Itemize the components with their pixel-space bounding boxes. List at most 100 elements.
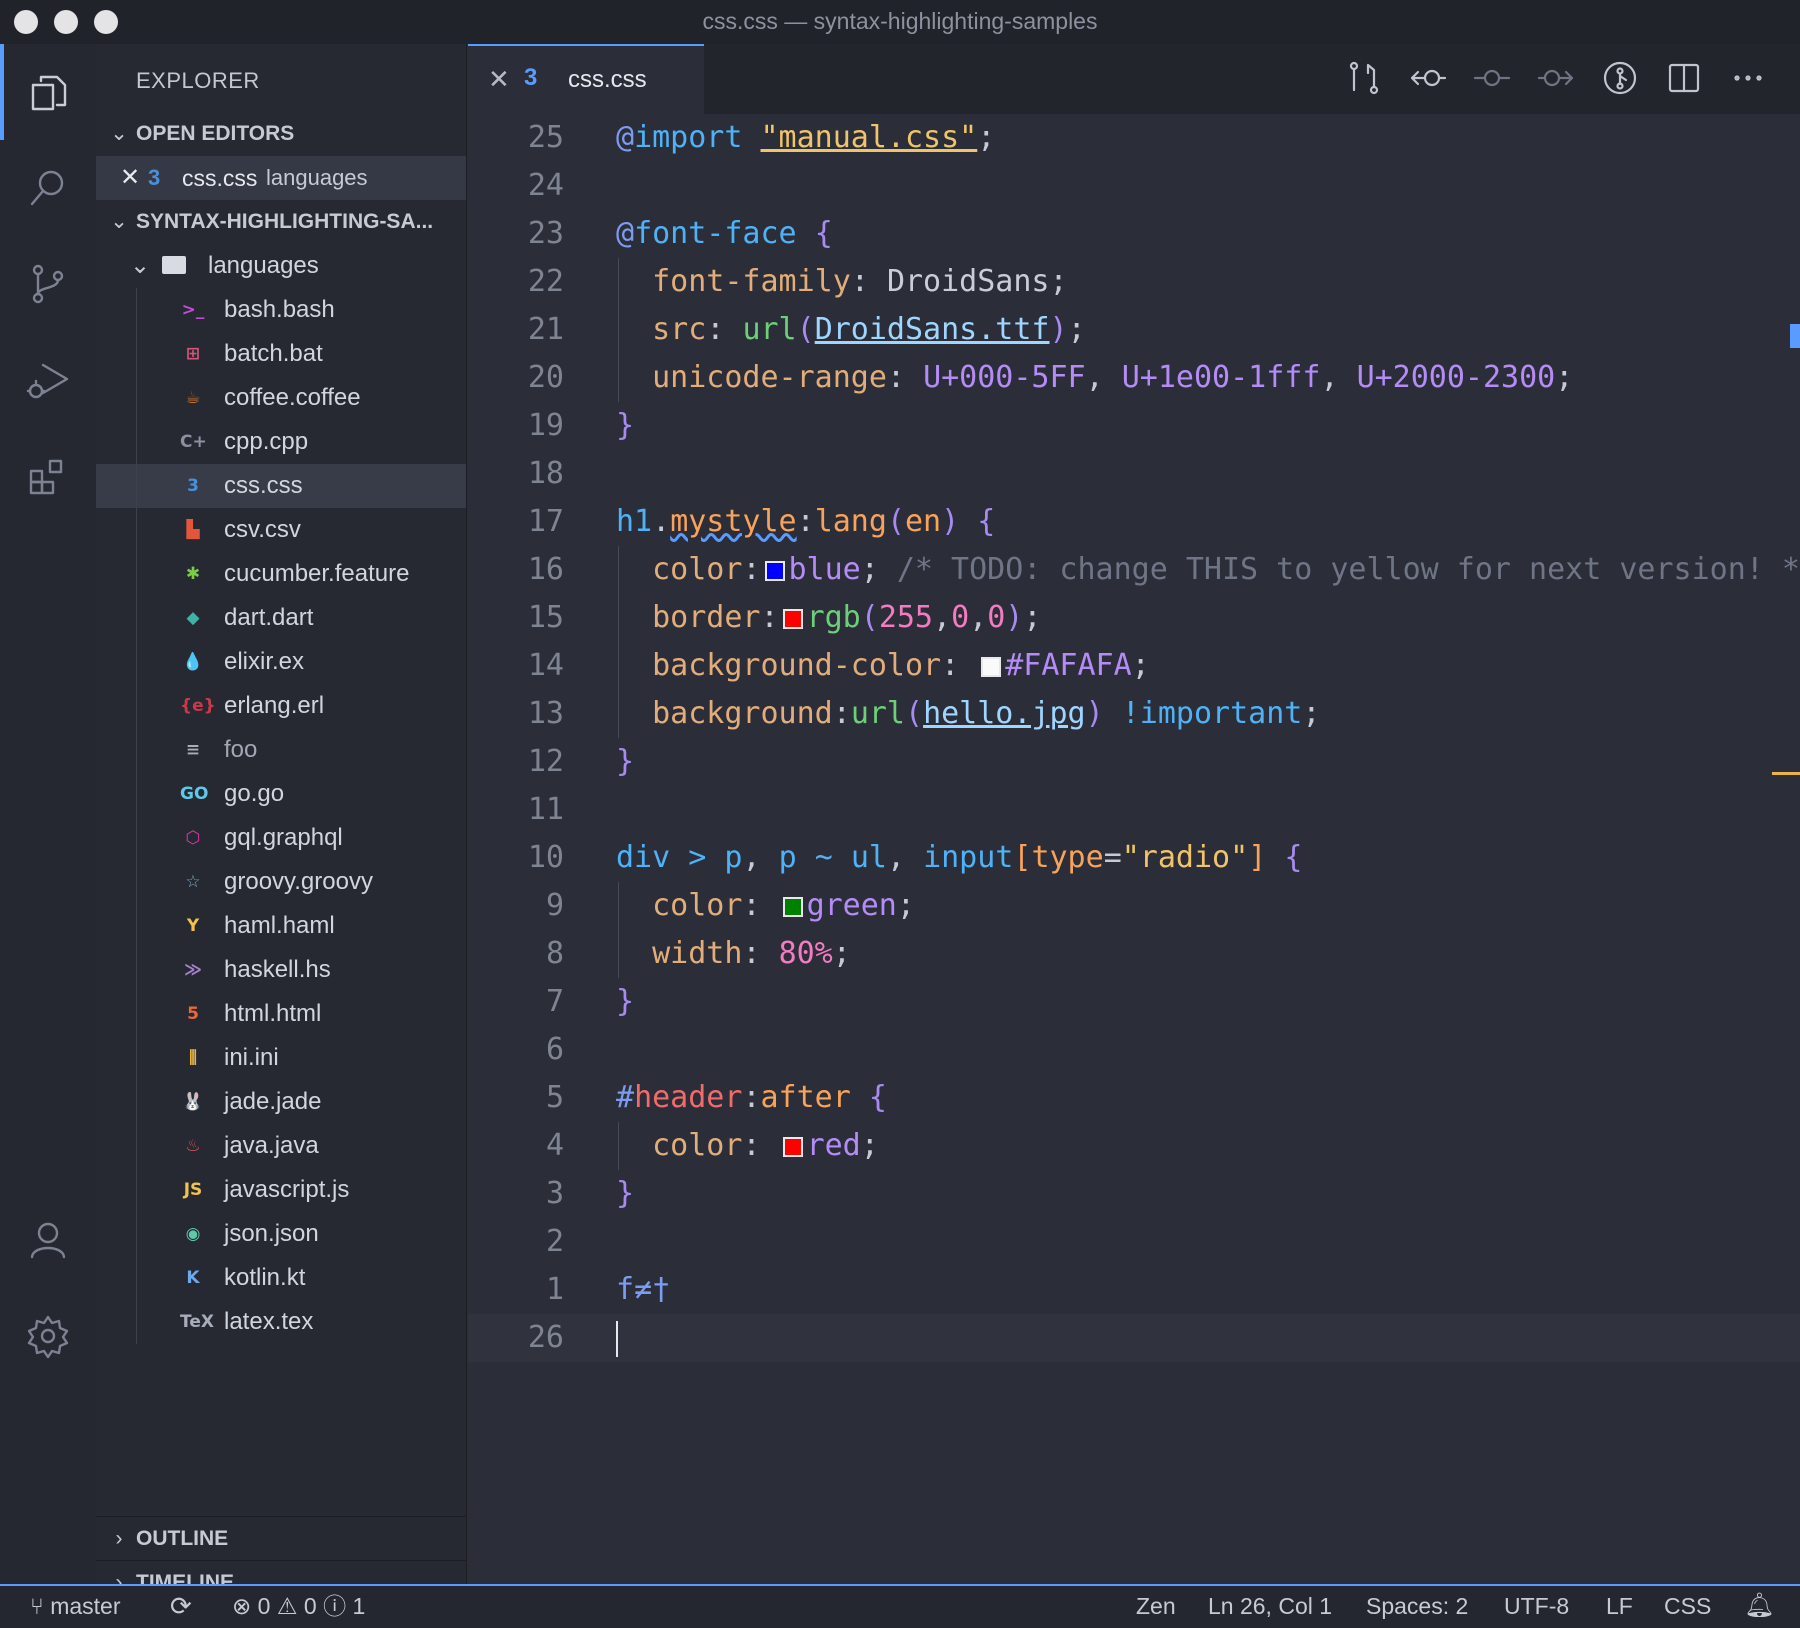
file-item[interactable]: ⫼ ini.ini	[96, 1036, 466, 1080]
line-number: 6	[545, 1032, 564, 1067]
open-changes-icon[interactable]	[1344, 58, 1384, 98]
css-file-icon: 3	[524, 64, 538, 91]
code-text: }	[616, 984, 635, 1019]
line-number: 14	[527, 648, 564, 683]
file-item[interactable]: >_ bash.bash	[96, 288, 466, 332]
file-item[interactable]: 3 css.css	[96, 464, 466, 508]
file-item[interactable]: Kkotlin.kt	[96, 1256, 466, 1300]
file-item[interactable]: {e} erlang.erl	[96, 684, 466, 728]
tab-label: css.css	[568, 66, 647, 93]
line-number: 5	[545, 1080, 564, 1115]
code-text: color: blue; /* TODO: change THIS to yell…	[652, 552, 1800, 587]
zen-mode-indicator[interactable]: Zen	[1136, 1586, 1176, 1626]
close-icon[interactable]: ✕	[120, 156, 140, 200]
code-text: }	[616, 408, 635, 443]
git-history-icon[interactable]	[1600, 58, 1640, 98]
line-number: 25	[527, 120, 564, 155]
line-number: 4	[545, 1128, 564, 1163]
line-number: 8	[545, 936, 564, 971]
line-number: 16	[527, 552, 564, 587]
notifications-bell-icon[interactable]: 🔔︎	[1744, 1586, 1774, 1626]
next-change-icon[interactable]	[1536, 58, 1576, 98]
file-name: groovy.groovy	[224, 868, 373, 895]
close-icon[interactable]: ✕	[488, 64, 510, 95]
sync-icon[interactable]: ⟳	[170, 1586, 192, 1626]
file-item[interactable]: 💧 elixir.ex	[96, 640, 466, 684]
outline-section-header[interactable]: › OUTLINE	[96, 1516, 466, 1561]
split-editor-icon[interactable]	[1664, 58, 1704, 98]
chevron-down-icon: ⌄	[130, 252, 151, 279]
branch-indicator[interactable]: ⑂ master	[30, 1586, 121, 1626]
code-line: 1 f≠†	[468, 1266, 1800, 1314]
problems-indicator[interactable]: ⊗ 0 ⚠ 0 ⓘ 1	[232, 1586, 365, 1626]
open-editor-folder: languages	[266, 165, 368, 190]
text-file-icon: ≡	[185, 740, 201, 760]
eol-setting[interactable]: LF	[1606, 1586, 1633, 1626]
more-actions-icon[interactable]	[1728, 58, 1768, 98]
encoding-setting[interactable]: UTF-8	[1504, 1586, 1569, 1626]
file-item[interactable]: ≡ foo	[96, 728, 466, 772]
line-number: 20	[527, 360, 564, 395]
code-line: 2	[468, 1218, 1800, 1266]
source-control-activity-icon[interactable]	[0, 236, 96, 332]
file-name: html.html	[224, 1000, 322, 1027]
file-item[interactable]: TeX latex.tex	[96, 1300, 466, 1344]
file-item[interactable]: ♨ java.java	[96, 1124, 466, 1168]
language-mode[interactable]: CSS	[1664, 1586, 1711, 1626]
folder-languages[interactable]: ⌄ languages	[96, 244, 466, 288]
explorer-sidebar: EXPLORER ⌄ OPEN EDITORS ✕ 3 css.css lang…	[96, 44, 467, 1594]
code-text: #header:after {	[616, 1080, 887, 1115]
file-item[interactable]: ✱ cucumber.feature	[96, 552, 466, 596]
code-line: 10 div > p, p ~ ul, input[type="radio"] {	[468, 834, 1800, 882]
file-item[interactable]: ⬡ gql.graphql	[96, 816, 466, 860]
line-number: 17	[527, 504, 564, 539]
file-item[interactable]: ◆ dart.dart	[96, 596, 466, 640]
file-item[interactable]: 🐰 jade.jade	[96, 1080, 466, 1124]
run-debug-activity-icon[interactable]	[0, 332, 96, 428]
code-line: 3}	[468, 1170, 1800, 1218]
css-icon: 3	[187, 476, 199, 496]
code-line: 12}	[468, 738, 1800, 786]
file-name: css.css	[224, 472, 303, 499]
file-name: cpp.cpp	[224, 428, 309, 455]
extensions-activity-icon[interactable]	[0, 428, 96, 524]
file-item[interactable]: JS javascript.js	[96, 1168, 466, 1212]
line-number: 13	[527, 696, 564, 731]
line-number: 26	[527, 1320, 564, 1355]
code-line: 18	[468, 450, 1800, 498]
code-line: 6	[468, 1026, 1800, 1074]
open-editor-item[interactable]: ✕ 3 css.css languages	[96, 156, 466, 200]
file-item[interactable]: ☕ coffee.coffee	[96, 376, 466, 420]
accounts-icon[interactable]	[0, 1192, 96, 1288]
line-number: 19	[527, 408, 564, 443]
file-item[interactable]: ◉ json.json	[96, 1212, 466, 1256]
tab-css-css[interactable]: ✕ 3 css.css	[468, 44, 704, 114]
previous-change-icon[interactable]	[1408, 58, 1448, 98]
file-name: json.json	[224, 1220, 319, 1247]
workspace-section-header[interactable]: ⌄ SYNTAX-HIGHLIGHTING-SA...	[96, 200, 466, 244]
commit-icon[interactable]	[1472, 58, 1512, 98]
code-editor[interactable]: 25 @import "manual.css"; 24 23 @font-face {2…	[468, 114, 1800, 1584]
search-activity-icon[interactable]	[0, 140, 96, 236]
file-item[interactable]: ▙ csv.csv	[96, 508, 466, 552]
file-item[interactable]: ≫ haskell.hs	[96, 948, 466, 992]
haml-icon: Y	[186, 916, 200, 936]
code-line: 9 color: green;	[468, 882, 1800, 930]
file-item[interactable]: ⊞ batch.bat	[96, 332, 466, 376]
line-number: 9	[545, 888, 564, 923]
file-item[interactable]: C+ cpp.cpp	[96, 420, 466, 464]
explorer-activity-icon[interactable]	[0, 44, 96, 140]
settings-gear-icon[interactable]	[0, 1288, 96, 1384]
file-item[interactable]: ☆ groovy.groovy	[96, 860, 466, 904]
graphql-icon: ⬡	[185, 828, 201, 848]
line-number: 10	[527, 840, 564, 875]
info-icon: ⓘ	[323, 1593, 347, 1619]
file-item[interactable]: GO go.go	[96, 772, 466, 816]
indentation-setting[interactable]: Spaces: 2	[1366, 1586, 1468, 1626]
file-item[interactable]: Yhaml.haml	[96, 904, 466, 948]
open-editors-section-header[interactable]: ⌄ OPEN EDITORS	[96, 112, 466, 156]
code-line: 21 src: url(DroidSans.ttf);	[468, 306, 1800, 354]
cursor-position[interactable]: Ln 26, Col 1	[1208, 1586, 1332, 1626]
file-item[interactable]: 5 html.html	[96, 992, 466, 1036]
haskell-icon: ≫	[184, 960, 202, 980]
